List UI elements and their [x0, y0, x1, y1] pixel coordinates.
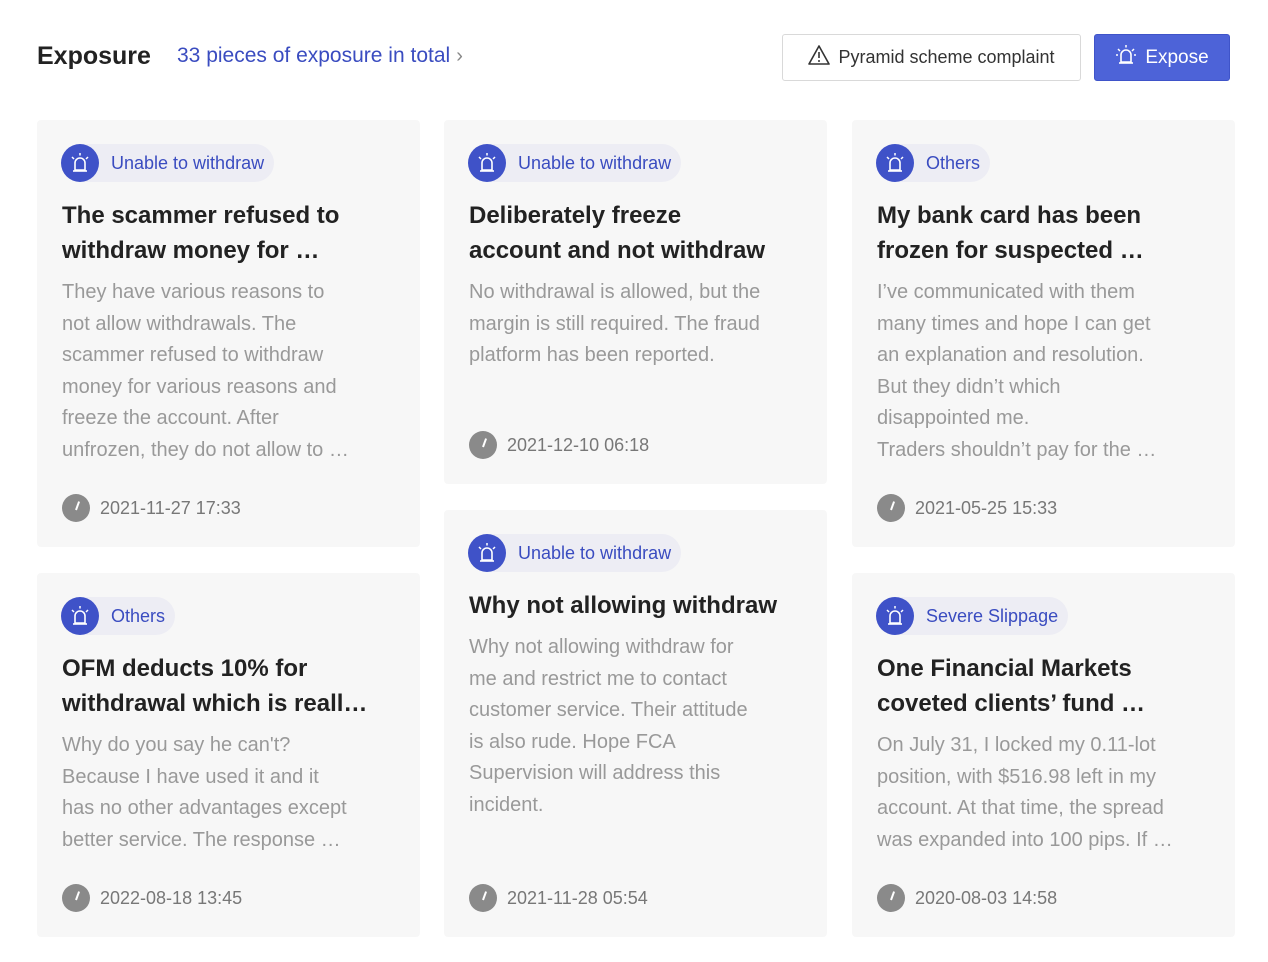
clock-icon: [877, 884, 905, 912]
category-tag: Others: [61, 597, 176, 635]
card-title: OFM deducts 10% for withdrawal which is …: [62, 655, 368, 717]
exposure-card[interactable]: Unable to withdraw Deliberately freeze a…: [444, 120, 827, 484]
category-tag: Unable to withdraw: [468, 534, 682, 572]
card-description: They have various reasons to not allow w…: [62, 281, 349, 461]
category-label: Severe Slippage: [926, 605, 1059, 626]
clock-icon: [469, 884, 497, 912]
expose-button[interactable]: Expose: [1094, 34, 1230, 81]
card-timestamp: 2021-11-27 17:33: [62, 494, 241, 522]
exposure-card[interactable]: Unable to withdraw The scammer refused t…: [37, 120, 420, 547]
alarm-icon: [876, 597, 914, 635]
card-timestamp: 2022-08-18 13:45: [62, 884, 242, 912]
page-title: Exposure: [37, 42, 151, 70]
pyramid-complaint-label: Pyramid scheme complaint: [838, 47, 1055, 67]
category-label: Unable to withdraw: [111, 152, 265, 173]
card-description: I’ve communicated with them many times a…: [877, 281, 1157, 461]
card-timestamp: 2020-08-03 14:58: [877, 884, 1057, 912]
exposure-card[interactable]: Severe Slippage One Financial Markets co…: [852, 573, 1235, 937]
category-label: Others: [926, 152, 981, 173]
alarm-icon: [468, 534, 506, 572]
category-tag: Unable to withdraw: [61, 144, 275, 182]
card-timestamp: 2021-05-25 15:33: [877, 494, 1057, 522]
card-description: On July 31, I locked my 0.11-lot positio…: [877, 734, 1173, 851]
alarm-icon: [468, 144, 506, 182]
clock-icon: [469, 431, 497, 459]
card-title: Deliberately freeze account and not with…: [469, 202, 766, 264]
clock-icon: [877, 494, 905, 522]
warning-icon: [808, 45, 831, 70]
category-tag: Unable to withdraw: [468, 144, 682, 182]
card-title: Why not allowing withdraw: [469, 592, 777, 619]
category-tag: Others: [876, 144, 991, 182]
card-title: My bank card has been frozen for suspect…: [877, 202, 1144, 264]
page-header: Exposure 33 pieces of exposure in total …: [0, 0, 1268, 110]
category-label: Unable to withdraw: [518, 152, 672, 173]
alarm-icon: [1115, 44, 1137, 72]
category-label: Others: [111, 605, 166, 626]
total-exposure-link[interactable]: 33 pieces of exposure in total ›: [177, 44, 463, 68]
alarm-icon: [61, 144, 99, 182]
pyramid-complaint-button[interactable]: Pyramid scheme complaint: [782, 34, 1081, 81]
exposure-card[interactable]: Others OFM deducts 10% for withdrawal wh…: [37, 573, 420, 937]
card-description: Why do you say he can't? Because I have …: [62, 734, 347, 851]
card-description: No withdrawal is allowed, but the margin…: [469, 281, 761, 367]
category-label: Unable to withdraw: [518, 542, 672, 563]
alarm-icon: [61, 597, 99, 635]
card-timestamp: 2021-11-28 05:54: [469, 884, 648, 912]
clock-icon: [62, 494, 90, 522]
total-exposure-label: 33 pieces of exposure in total: [177, 44, 451, 67]
category-tag: Severe Slippage: [876, 597, 1069, 635]
card-timestamp: 2021-12-10 06:18: [469, 431, 649, 459]
card-description: Why not allowing withdraw for me and res…: [469, 636, 748, 816]
card-title: One Financial Markets coveted clients’ f…: [877, 655, 1146, 717]
expose-label: Expose: [1145, 46, 1209, 68]
card-title: The scammer refused to withdraw money fo…: [62, 202, 340, 264]
chevron-right-icon: ›: [456, 44, 463, 67]
clock-icon: [62, 884, 90, 912]
exposure-card[interactable]: Unable to withdraw Why not allowing with…: [444, 510, 827, 937]
alarm-icon: [876, 144, 914, 182]
exposure-card[interactable]: Others My bank card has been frozen for …: [852, 120, 1235, 547]
